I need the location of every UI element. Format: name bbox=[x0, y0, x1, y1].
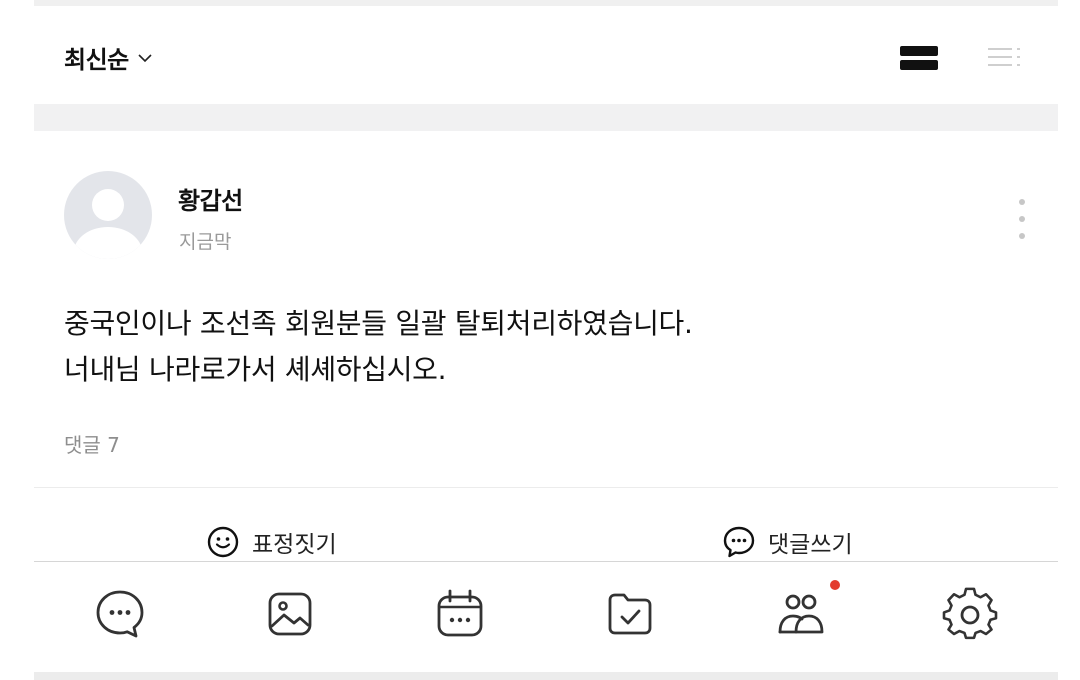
list-view-button[interactable] bbox=[986, 44, 1026, 72]
emoji-reaction-label: 표정짓기 bbox=[252, 532, 337, 558]
card-view-button[interactable] bbox=[900, 44, 940, 72]
post-time: 지금막 bbox=[179, 231, 232, 253]
post-content[interactable]: 중국인이나 조선족 회원분들 일괄 탈퇴처리하였습니다. 너내님 나라로가서 셰… bbox=[64, 301, 1024, 393]
more-dot-icon bbox=[1019, 233, 1025, 239]
avatar[interactable] bbox=[64, 171, 152, 259]
post-divider bbox=[34, 487, 1058, 488]
emoji-reaction-button[interactable]: 표정짓기 bbox=[206, 525, 337, 559]
chat-bubble-icon bbox=[96, 590, 144, 638]
sort-dropdown[interactable]: 최신순 bbox=[64, 40, 153, 75]
tab-chat[interactable] bbox=[90, 584, 150, 644]
bottom-edge-band bbox=[34, 672, 1058, 680]
author-name[interactable]: 황갑선 bbox=[178, 181, 243, 216]
notification-badge bbox=[830, 580, 840, 590]
sort-label: 최신순 bbox=[64, 46, 129, 74]
write-comment-button[interactable]: 댓글쓰기 bbox=[722, 525, 853, 559]
card-view-icon-bar bbox=[900, 60, 938, 70]
sort-bar: 최신순 bbox=[34, 6, 1058, 104]
members-icon bbox=[778, 594, 824, 634]
tab-tasks[interactable] bbox=[600, 584, 660, 644]
photo-icon bbox=[268, 592, 312, 636]
section-divider bbox=[34, 104, 1058, 131]
calendar-icon bbox=[437, 589, 483, 637]
bottom-tab-bar bbox=[34, 561, 1058, 673]
card-view-icon bbox=[900, 46, 938, 56]
comment-count[interactable]: 댓글 7 bbox=[64, 429, 120, 458]
tab-members[interactable] bbox=[772, 580, 840, 644]
comment-bubble-icon bbox=[723, 526, 755, 558]
tab-photos[interactable] bbox=[260, 584, 320, 644]
smiley-icon bbox=[207, 526, 239, 558]
write-comment-label: 댓글쓰기 bbox=[768, 532, 853, 558]
folder-check-icon bbox=[608, 593, 652, 635]
tab-calendar[interactable] bbox=[430, 584, 490, 644]
post-content-line: 중국인이나 조선족 회원분들 일괄 탈퇴처리하였습니다. bbox=[64, 307, 693, 340]
post-card: 황갑선 지금막 중국인이나 조선족 회원분들 일괄 탈퇴처리하였습니다. 너내님… bbox=[34, 131, 1058, 561]
gear-icon bbox=[942, 587, 998, 640]
avatar-head-shape bbox=[92, 189, 124, 221]
chevron-down-icon bbox=[138, 53, 152, 62]
avatar-body-shape bbox=[74, 227, 142, 259]
more-dot-icon bbox=[1019, 216, 1025, 222]
tab-settings[interactable] bbox=[940, 584, 1000, 644]
more-options-button[interactable] bbox=[1012, 197, 1032, 241]
post-content-line: 너내님 나라로가서 셰셰하십시오. bbox=[64, 353, 447, 386]
more-dot-icon bbox=[1019, 199, 1025, 205]
